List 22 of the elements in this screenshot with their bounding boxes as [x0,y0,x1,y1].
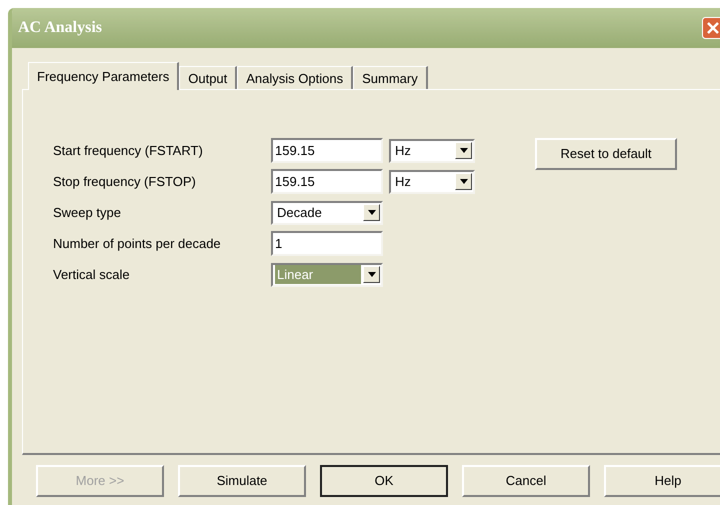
tab[interactable]: Output [179,66,238,90]
tab[interactable]: Frequency Parameters [28,62,180,90]
dropdown[interactable]: Hz [389,138,475,162]
dropdown[interactable]: Hz [389,170,475,194]
field-label: Sweep type [53,204,122,222]
field-label: Start frequency (FSTART) [53,142,204,160]
input-field[interactable]: 1 [271,231,383,256]
input-field[interactable]: 159.15 [271,169,383,194]
close-icon[interactable] [702,17,720,39]
field-label: Vertical scale [53,266,131,284]
window-title: AC Analysis [18,18,102,38]
field-label: Stop frequency (FSTOP) [53,172,197,191]
reset-button[interactable]: Reset to default [535,138,677,170]
dialog-button[interactable]: OK [320,465,448,497]
tab[interactable]: Summary [353,66,428,90]
input-field[interactable]: 159.15 [271,138,383,163]
field-label: Number of points per decade [53,234,222,253]
tab[interactable]: Analysis Options [237,66,354,90]
dialog-button[interactable]: Help [604,465,720,497]
dialog-button[interactable]: Simulate [178,465,306,497]
dialog-button[interactable]: Cancel [462,465,590,497]
dropdown[interactable]: Decade [271,200,383,224]
